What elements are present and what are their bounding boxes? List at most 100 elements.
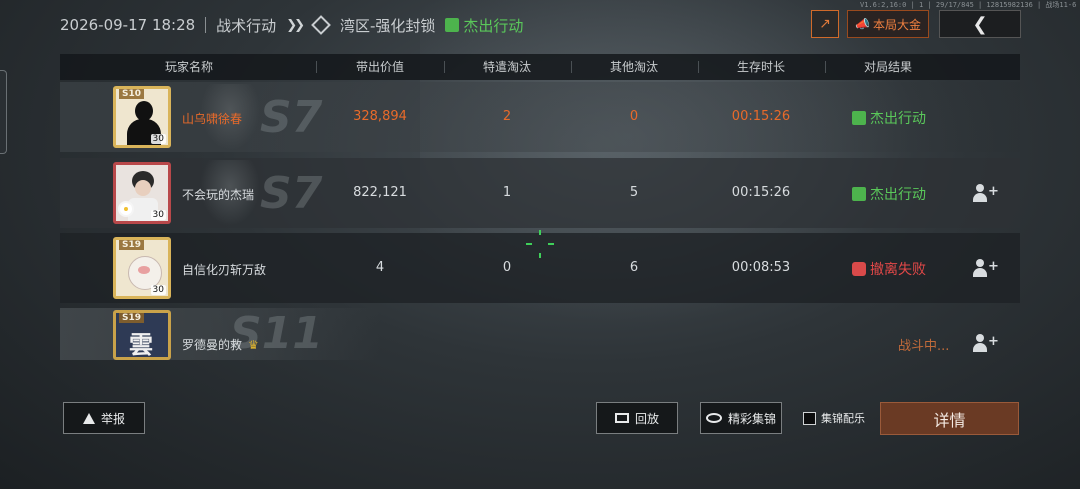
crosshair-icon — [526, 230, 554, 258]
success-flag-icon — [852, 187, 866, 201]
player-name: 山乌啸徐春 — [182, 112, 243, 126]
highlights-label: 精彩集锦 — [727, 411, 776, 426]
other-kills: 5 — [629, 185, 639, 200]
col-divider — [444, 61, 445, 73]
side-drawer-handle[interactable] — [0, 70, 7, 154]
mvp-button[interactable]: 📣 本局大金 — [847, 10, 929, 38]
col-divider — [571, 61, 572, 73]
col-survival-time: 生存时长 — [736, 60, 786, 74]
col-extracted-value: 带出价值 — [355, 60, 405, 74]
share-icon: ↗ — [819, 16, 831, 32]
match-result: 杰出行动 — [852, 108, 926, 128]
details-button[interactable]: 详情 — [880, 402, 1019, 435]
match-map: 湾区-强化封锁 — [339, 16, 436, 35]
add-friend-body — [973, 193, 987, 202]
report-button[interactable]: 举报 — [63, 402, 145, 434]
warning-icon — [82, 412, 95, 424]
megaphone-icon: 📣 — [855, 17, 870, 31]
col-divider — [698, 61, 699, 73]
col-match-result: 对局结果 — [863, 60, 913, 74]
result-label: 杰出行动 — [870, 111, 926, 127]
avatar[interactable]: S19 雲 — [113, 310, 171, 360]
match-datetime: 2026-09-17 18:28 — [60, 16, 196, 34]
avatar[interactable]: S19 30 — [113, 237, 171, 299]
add-friend-body — [973, 343, 987, 352]
col-other-kills: 其他淘汰 — [609, 60, 659, 74]
player-name: 自信化刃斩万敌 — [182, 263, 267, 277]
match-result: 撤离失败 — [852, 259, 926, 279]
highlights-button[interactable]: 精彩集锦 — [700, 402, 782, 434]
player-level: 30 — [150, 210, 166, 220]
extracted-value: 822,121 — [353, 185, 407, 200]
header-result-label: 杰出行动 — [463, 16, 524, 35]
match-result: 杰出行动 — [852, 184, 926, 204]
share-button[interactable]: ↗ — [811, 10, 839, 38]
avatar-character: 雲 — [129, 331, 153, 359]
col-divider — [316, 61, 317, 73]
season-emblem: S7 — [260, 92, 323, 143]
crown-icon: ♛ — [248, 338, 259, 352]
season-tag: S19 — [119, 240, 145, 250]
season-emblem: S7 — [260, 168, 323, 219]
map-diamond-icon — [311, 15, 331, 35]
silhouette-avatar-icon — [135, 101, 153, 121]
add-friend-icon[interactable]: + — [973, 333, 999, 353]
version-info: V1.6:2,16:0 | 1 | 29/17/845 | 1281598213… — [860, 1, 1077, 9]
music-label: 集锦配乐 — [821, 412, 865, 425]
table-row[interactable]: S7 S10 30 山乌啸徐春 328,894 2 0 00:15:26 杰出行… — [60, 82, 1020, 152]
player-level: 30 — [150, 285, 166, 295]
extracted-value: 4 — [375, 260, 385, 275]
player-name: 不会玩的杰瑞 — [182, 188, 255, 202]
add-friend-plus: + — [988, 184, 999, 199]
add-friend-plus: + — [988, 334, 999, 349]
table-row[interactable]: S7 30 不会玩的杰瑞 822,121 1 5 00:15:26 杰出行动 + — [60, 158, 1020, 228]
avatar[interactable]: 30 — [113, 162, 171, 224]
report-label: 举报 — [100, 411, 125, 426]
extracted-value: 328,894 — [353, 109, 407, 124]
special-kills: 2 — [502, 109, 512, 124]
match-status: 战斗中... — [898, 339, 950, 354]
table-header: 玩家名称 带出价值 特遣淘汰 其他淘汰 生存时长 对局结果 — [60, 54, 1020, 80]
highlight-music-toggle[interactable]: 集锦配乐 — [803, 410, 865, 426]
details-label: 详情 — [933, 410, 966, 430]
mvp-label: 本局大金 — [872, 17, 921, 32]
special-kills: 1 — [502, 185, 512, 200]
add-friend-head — [976, 334, 984, 342]
success-flag-icon — [852, 111, 866, 125]
player-name-text: 罗德曼的救 — [182, 338, 243, 352]
survival-time: 00:15:26 — [731, 109, 791, 124]
add-friend-icon[interactable]: + — [973, 258, 999, 278]
flower-icon — [120, 203, 132, 215]
add-friend-plus: + — [988, 259, 999, 274]
add-friend-body — [973, 268, 987, 277]
col-player-name: 玩家名称 — [164, 60, 214, 74]
pig-nose — [138, 266, 150, 274]
add-friend-head — [976, 259, 984, 267]
replay-button[interactable]: 回放 — [596, 402, 678, 434]
back-button[interactable]: ❮ — [939, 10, 1021, 38]
player-name: 罗德曼的救 ♛ — [182, 336, 259, 353]
result-label: 杰出行动 — [870, 187, 926, 203]
col-divider — [825, 61, 826, 73]
table-row[interactable]: S11 S19 雲 罗德曼的救 ♛ — [60, 308, 380, 360]
special-kills: 0 — [502, 260, 512, 275]
player-level: 30 — [150, 134, 166, 144]
match-header: 2026-09-17 18:28 战术行动 ❯❯ 湾区-强化封锁 杰出行动 — [60, 12, 523, 38]
film-icon — [614, 413, 629, 423]
fail-x-icon — [852, 262, 866, 276]
survival-time: 00:15:26 — [731, 185, 791, 200]
match-mode: 战术行动 — [216, 16, 277, 35]
header-divider — [205, 17, 207, 33]
back-arrow-icon: ❮ — [972, 13, 988, 35]
add-friend-icon[interactable]: + — [973, 183, 999, 203]
season-tag: S10 — [119, 89, 145, 99]
result-label: 撤离失败 — [870, 262, 926, 278]
highlight-eye-icon — [705, 413, 722, 423]
other-kills: 0 — [629, 109, 639, 124]
success-flag-icon — [445, 18, 460, 32]
avatar[interactable]: S10 30 — [113, 86, 171, 148]
replay-label: 回放 — [634, 411, 659, 426]
music-checkbox[interactable] — [803, 411, 816, 425]
header-result: 杰出行动 — [445, 15, 523, 36]
other-kills: 6 — [629, 260, 639, 275]
